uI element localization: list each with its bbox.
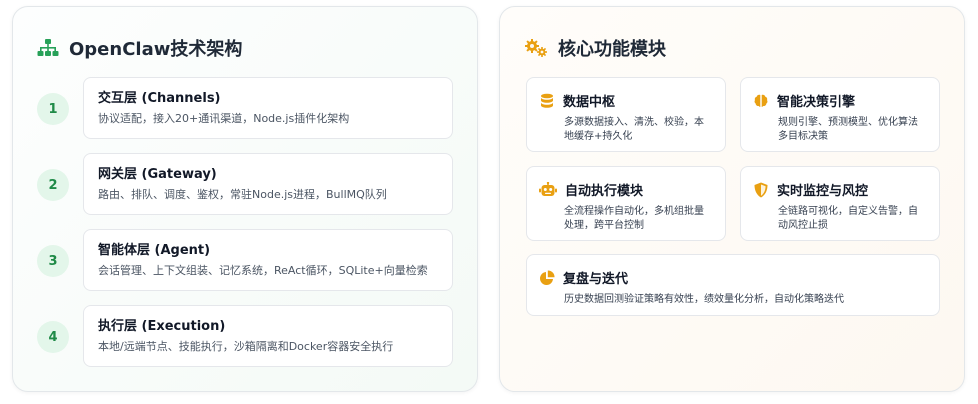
robot-icon: [539, 181, 557, 198]
layer-description: 路由、排队、调度、鉴权，常驻Node.js进程，BullMQ队列: [98, 188, 387, 201]
module-description: 规则引擎、预测模型、优化算法多目标决策: [778, 117, 918, 142]
module-card-review-iteration: 复盘与迭代 历史数据回测验证策略有效性，绩效量化分析，自动化策略迭代: [526, 254, 940, 316]
layer-description: 本地/远端节点、技能执行，沙箱隔离和Docker容器安全执行: [98, 340, 394, 353]
module-title: 数据中枢: [563, 95, 616, 110]
module-description: 全链路可视化，自定义告警，自动风控止损: [778, 206, 918, 231]
brain-icon: [753, 93, 769, 109]
module-description: 历史数据回测验证策略有效性，绩效量化分析，自动化策略迭代: [564, 294, 844, 305]
module-card-data-hub: 数据中枢 多源数据接入、清洗、校验，本地缓存+持久化: [526, 77, 726, 152]
layer-number: 1: [37, 93, 69, 125]
gears-icon: [524, 38, 548, 58]
layer-number: 3: [37, 245, 69, 277]
layer-card: 交互层 (Channels) 协议适配，接入20+通讯渠道，Node.js插件化…: [83, 77, 453, 139]
module-title: 复盘与迭代: [563, 272, 629, 287]
layer-card: 执行层 (Execution) 本地/远端节点、技能执行，沙箱隔离和Docker…: [83, 305, 453, 367]
module-description: 多源数据接入、清洗、校验，本地缓存+持久化: [564, 117, 704, 142]
module-card-decision-engine: 智能决策引擎 规则引擎、预测模型、优化算法多目标决策: [740, 77, 940, 152]
module-card-auto-execution: 自动执行模块 全流程操作自动化，多机组批量处理，跨平台控制: [526, 166, 726, 241]
layer-card: 网关层 (Gateway) 路由、排队、调度、鉴权，常驻Node.js进程，Bu…: [83, 153, 453, 215]
layer-description: 协议适配，接入20+通讯渠道，Node.js插件化架构: [98, 112, 350, 125]
layer-row-agent: 3 智能体层 (Agent) 会话管理、上下文组装、记忆系统，ReAct循环，S…: [13, 229, 477, 291]
architecture-panel: OpenClaw技术架构 1 交互层 (Channels) 协议适配，接入20+…: [12, 6, 478, 392]
layer-description: 会话管理、上下文组装、记忆系统，ReAct循环，SQLite+向量检索: [98, 264, 428, 277]
modules-title: 核心功能模块: [558, 39, 666, 60]
layer-name: 执行层 (Execution): [98, 319, 226, 334]
layer-name: 智能体层 (Agent): [98, 243, 211, 258]
module-title: 智能决策引擎: [777, 95, 856, 110]
architecture-header: OpenClaw技术架构: [37, 35, 242, 61]
layer-number: 2: [37, 169, 69, 201]
shield-icon: [753, 182, 769, 198]
module-description: 全流程操作自动化，多机组批量处理，跨平台控制: [564, 206, 704, 231]
sitemap-icon: [37, 38, 59, 58]
layer-row-execution: 4 执行层 (Execution) 本地/远端节点、技能执行，沙箱隔离和Dock…: [13, 305, 477, 367]
pie-chart-icon: [539, 269, 555, 286]
layer-row-gateway: 2 网关层 (Gateway) 路由、排队、调度、鉴权，常驻Node.js进程，…: [13, 153, 477, 215]
module-title: 实时监控与风控: [777, 184, 869, 199]
modules-panel: 核心功能模块 数据中枢 多源数据接入、清洗、校验，本地缓存+持久化 智能决策引擎…: [499, 6, 965, 392]
layer-card: 智能体层 (Agent) 会话管理、上下文组装、记忆系统，ReAct循环，SQL…: [83, 229, 453, 291]
modules-header: 核心功能模块: [524, 35, 666, 61]
layer-name: 网关层 (Gateway): [98, 167, 217, 182]
module-title: 自动执行模块: [565, 184, 644, 199]
layer-row-channels: 1 交互层 (Channels) 协议适配，接入20+通讯渠道，Node.js插…: [13, 77, 477, 139]
layer-number: 4: [37, 321, 69, 353]
database-icon: [539, 93, 555, 109]
layer-name: 交互层 (Channels): [98, 91, 221, 106]
architecture-title: OpenClaw技术架构: [69, 39, 243, 60]
module-card-risk-control: 实时监控与风控 全链路可视化，自定义告警，自动风控止损: [740, 166, 940, 241]
